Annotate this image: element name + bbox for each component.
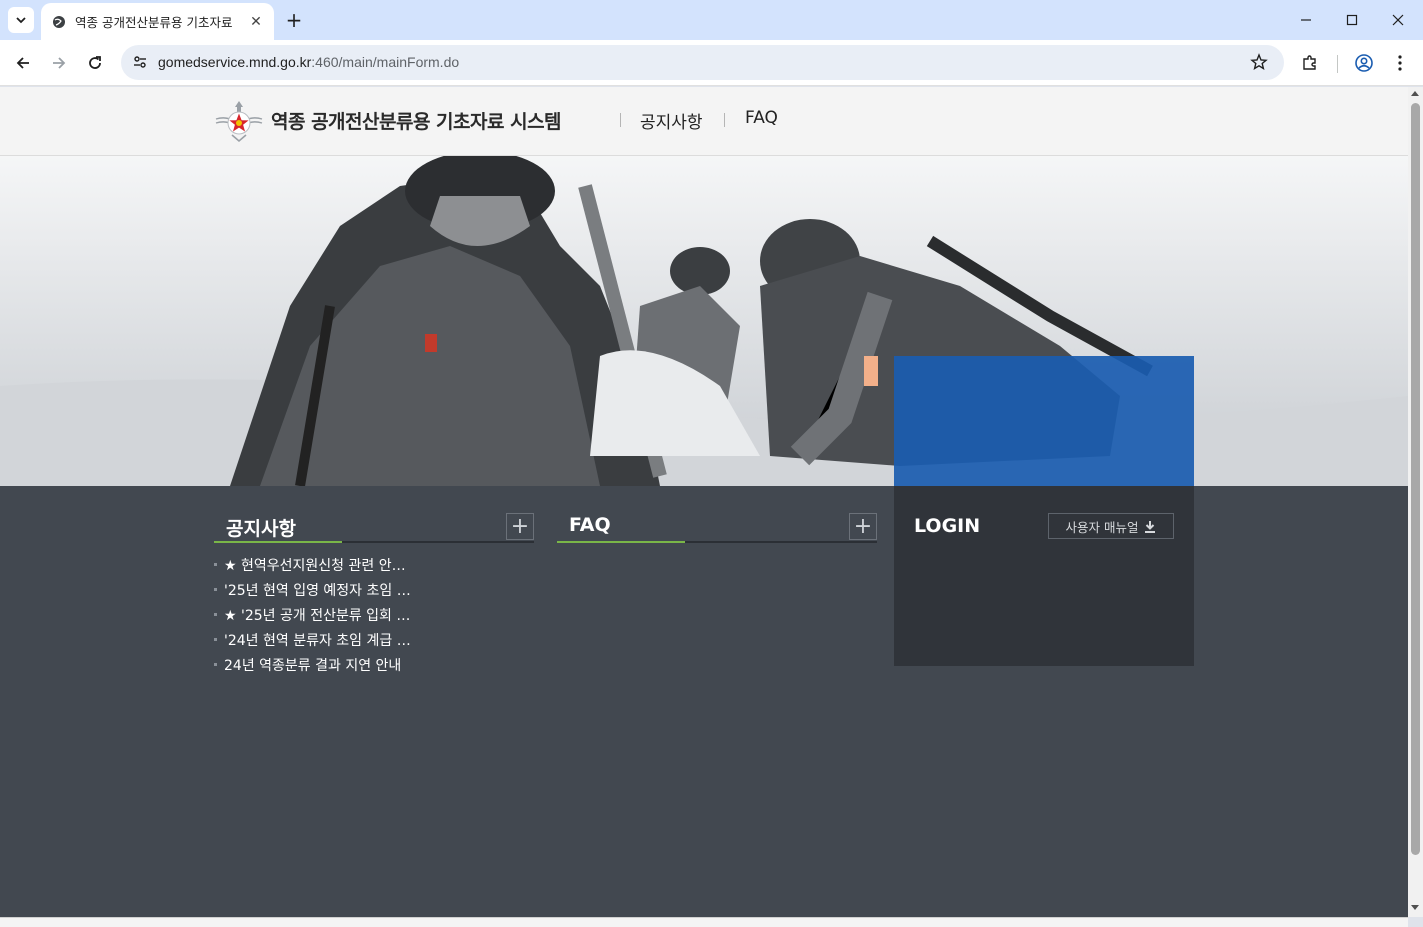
arrow-right-icon [53,57,66,69]
faq-more-button[interactable]: + [849,513,877,540]
puzzle-icon [1303,55,1316,70]
notice-item-title: ★ 현역우선지원신청 관련 안… [224,558,406,574]
nav-divider [620,113,621,127]
notice-item[interactable]: '25년 현역 입영 예정자 초임 … [214,580,534,605]
user-manual-download-button[interactable]: 사용자 매뉴얼 [1048,513,1174,539]
main-content [0,486,1408,917]
browser-tab[interactable]: 역종 공개전산분류용 기초자료 ✕ [41,3,274,40]
scrollbar-thumb[interactable] [1411,103,1420,855]
arrow-left-icon [16,57,29,69]
soldiers-illustration [0,156,1408,486]
notice-item-title: '24년 현역 분류자 초임 계급 … [224,633,411,649]
browser-menu-button[interactable] [1386,49,1414,77]
scroll-down-arrow-icon[interactable] [1411,905,1419,910]
notice-more-button[interactable]: + [506,513,534,540]
close-window-button[interactable] [1375,0,1421,40]
bookmark-star-icon[interactable] [1248,51,1270,73]
notice-item-title: ★ '25년 공개 전산분류 입회 … [224,608,411,624]
faq-board-title[interactable]: FAQ [569,514,611,536]
hero-banner [0,156,1408,486]
list-bullet [214,588,217,591]
url-host: gomedservice.mnd.go.kr [158,54,312,70]
site-title[interactable]: 역종 공개전산분류용 기초자료 시스템 [271,107,562,134]
notice-board: 공지사항 + ★ 현역우선지원신청 관련 안… '25년 현역 입영 예정자 초… [214,512,534,680]
notice-board-title[interactable]: 공지사항 [226,514,296,541]
notice-item[interactable]: '24년 현역 분류자 초임 계급 … [214,630,534,655]
user-manual-label: 사용자 매뉴얼 [1065,519,1139,535]
maximize-button[interactable] [1329,0,1375,40]
faq-board-accent [557,541,685,543]
tab-title: 역종 공개전산분류용 기초자료 [75,15,233,30]
reload-icon [89,56,101,69]
url-text: gomedservice.mnd.go.kr:460/main/mainForm… [158,54,459,70]
scroll-up-arrow-icon[interactable] [1411,91,1419,96]
url-path: :460/main/mainForm.do [311,54,460,70]
close-tab-icon[interactable]: ✕ [248,14,264,30]
login-panel: LOGIN 사용자 매뉴얼 [894,356,1194,666]
browser-toolbar: gomedservice.mnd.go.kr:460/main/mainForm… [0,40,1423,86]
army-emblem-logo[interactable] [214,99,264,143]
toolbar-divider [1337,55,1338,73]
new-tab-button[interactable]: + [282,8,306,32]
notice-board-header: 공지사항 + [214,512,534,543]
minimize-button[interactable] [1283,0,1329,40]
horizontal-scroll-track [0,917,1408,927]
site-header: 역종 공개전산분류용 기초자료 시스템 공지사항 FAQ [0,87,1408,156]
reload-button[interactable] [81,49,109,77]
tab-search-button[interactable] [8,7,34,33]
globe-icon [51,14,67,30]
nav-item-faq[interactable]: FAQ [745,108,778,128]
nav-divider [724,113,725,127]
notice-item[interactable]: ★ '25년 공개 전산분류 입회 … [214,605,534,630]
extensions-button[interactable] [1296,49,1324,77]
list-bullet [214,563,217,566]
notice-list: ★ 현역우선지원신청 관련 안… '25년 현역 입영 예정자 초임 … ★ '… [214,555,534,680]
notice-item[interactable]: 24년 역종분류 결과 지연 안내 [214,655,534,680]
notice-item-title: 24년 역종분류 결과 지연 안내 [224,658,402,674]
more-vert-icon [1398,55,1402,71]
account-icon [1355,54,1373,72]
list-bullet [214,638,217,641]
faq-board-header: FAQ + [557,512,877,543]
notice-item[interactable]: ★ 현역우선지원신청 관련 안… [214,555,534,580]
back-button[interactable] [9,49,37,77]
download-icon [1145,520,1156,533]
chevron-down-icon [16,17,26,24]
notice-board-accent [214,541,342,543]
browser-tab-bar: 역종 공개전산분류용 기초자료 ✕ + [0,0,1423,40]
page-scrollbar[interactable] [1408,87,1423,917]
login-title: LOGIN [914,515,981,537]
site-settings-icon[interactable] [129,51,151,73]
page-viewport: 역종 공개전산분류용 기초자료 시스템 공지사항 FAQ 공지사항 + ★ 현역… [0,87,1408,917]
notice-item-title: '25년 현역 입영 예정자 초임 … [224,583,411,599]
faq-board: FAQ + [557,512,877,543]
list-bullet [214,663,217,666]
profile-button[interactable] [1350,49,1378,77]
address-bar[interactable]: gomedservice.mnd.go.kr:460/main/mainForm… [121,45,1284,80]
forward-button[interactable] [45,49,73,77]
login-panel-banner [894,356,1194,486]
list-bullet [214,613,217,616]
nav-item-notice[interactable]: 공지사항 [640,108,703,133]
